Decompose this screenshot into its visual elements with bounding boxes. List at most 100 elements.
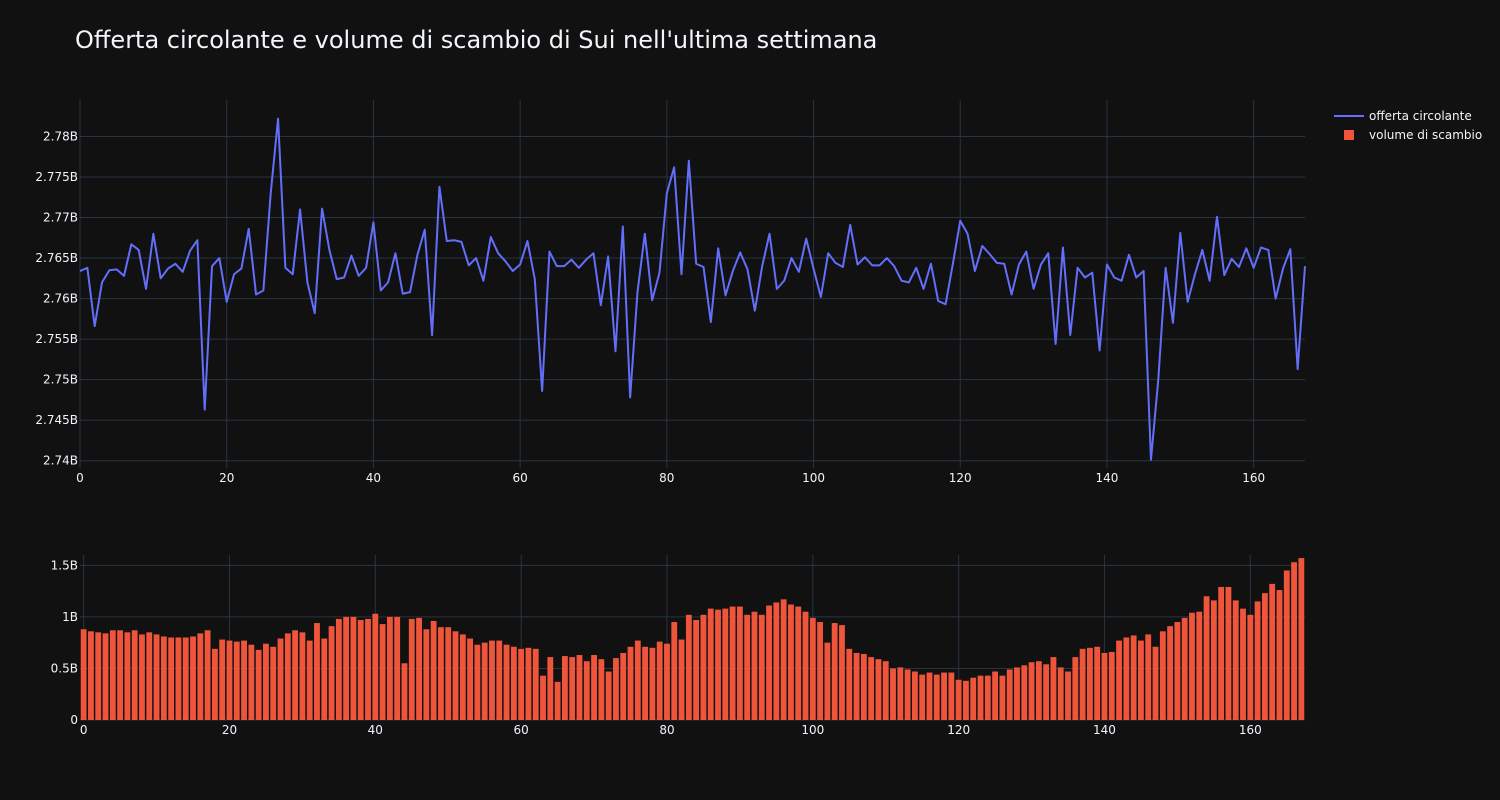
bar: [1145, 634, 1152, 720]
bar: [168, 637, 175, 720]
series-line-offerta-circolante: [79, 117, 1306, 461]
bar: [1079, 648, 1086, 720]
bar: [707, 608, 714, 721]
bar: [1057, 667, 1064, 720]
bar: [226, 640, 233, 720]
bar: [1035, 661, 1042, 720]
bar: [109, 630, 116, 720]
legend-item-bar[interactable]: volume di scambio: [1334, 125, 1482, 144]
x-tick-label: 60: [512, 471, 527, 485]
bar: [809, 617, 816, 720]
bar: [481, 642, 488, 720]
bar: [306, 640, 313, 720]
x-tick-label: 120: [947, 723, 970, 737]
bar: [182, 637, 189, 720]
bar: [233, 641, 240, 721]
legend-item-line[interactable]: offerta circolante: [1334, 106, 1482, 125]
bar: [343, 616, 350, 721]
y-tick-label: 0.5B: [51, 661, 78, 675]
legend[interactable]: offerta circolante volume di scambio: [1334, 106, 1482, 144]
bar: [788, 604, 794, 720]
bar: [102, 633, 109, 721]
y-tick-label: 2.75B: [43, 373, 78, 387]
bar: [1174, 622, 1181, 720]
bar: [911, 671, 918, 720]
bar: [831, 623, 838, 720]
bar: [525, 647, 532, 720]
bar: [1065, 671, 1071, 720]
bar: [204, 630, 211, 720]
bar: [1108, 651, 1115, 720]
bar: [846, 648, 853, 720]
bar: [386, 616, 393, 721]
y-tick-label: 2.74B: [43, 454, 78, 468]
x-tick-label: 20: [222, 723, 237, 737]
bar: [459, 634, 466, 720]
bar: [277, 638, 284, 720]
y-tick-label: 2.755B: [35, 332, 78, 346]
bar: [1283, 570, 1290, 720]
bar: [941, 672, 947, 720]
bar: [131, 630, 138, 720]
bar: [605, 671, 612, 720]
bar: [394, 616, 401, 721]
bar: [554, 681, 561, 720]
bar: [1050, 657, 1057, 720]
bar: [1203, 596, 1210, 720]
bar: [219, 639, 226, 720]
bar: [583, 661, 590, 720]
bar: [1291, 562, 1297, 720]
bar: [627, 646, 634, 720]
bar: [678, 639, 685, 720]
bar: [853, 652, 860, 720]
bar: [999, 675, 1006, 720]
bar: [416, 617, 422, 720]
bar: [729, 606, 736, 720]
bar: [1225, 586, 1232, 720]
bar: [1232, 600, 1239, 721]
bar: [598, 659, 605, 720]
x-tick-label: 40: [366, 471, 381, 485]
y-tick-label: 2.775B: [35, 170, 78, 184]
x-tick-label: 100: [802, 471, 825, 485]
bar: [591, 655, 597, 720]
bar: [1159, 631, 1166, 720]
bar: [839, 625, 845, 721]
bar: [292, 630, 299, 720]
bar: [489, 640, 495, 720]
bar: [758, 614, 765, 720]
legend-label-bar: volume di scambio: [1369, 127, 1483, 142]
chart-canvas: 2.74B 2.745B 2.75B 2.755B 2.76B 2.765B 2.77B 2.…: [35, 100, 1306, 737]
bar: [1181, 617, 1188, 720]
bar: [430, 621, 437, 720]
bar: [736, 606, 743, 720]
x-tick-label: 80: [659, 723, 674, 737]
bar: [1276, 590, 1283, 720]
bar: [780, 599, 787, 720]
y-tick-label: 2.78B: [43, 129, 78, 143]
bar: [445, 627, 452, 720]
bar: [510, 646, 517, 720]
bar: [496, 640, 503, 720]
bar: [335, 618, 342, 720]
x-tick-label: 0: [76, 471, 84, 485]
x-tick-label: 100: [801, 723, 824, 737]
bar: [467, 638, 474, 720]
bar: [547, 657, 554, 720]
bar: [160, 636, 167, 720]
bar: [1247, 614, 1254, 720]
bar: [933, 674, 940, 721]
y-tick-label: 2.77B: [43, 211, 78, 225]
bar: [540, 675, 546, 720]
line-chart-panel: 2.74B 2.745B 2.75B 2.755B 2.76B 2.765B 2.77B 2.…: [35, 100, 1306, 485]
x-tick-label: 160: [1242, 471, 1265, 485]
bar: [270, 646, 277, 720]
bar: [284, 633, 291, 721]
bar: [1021, 665, 1028, 720]
bar: [693, 619, 700, 720]
bar: [576, 655, 583, 720]
bar: [88, 631, 94, 720]
bar: [824, 642, 831, 720]
bar: [1130, 635, 1137, 720]
y-tick-label: 1.5B: [51, 558, 78, 572]
